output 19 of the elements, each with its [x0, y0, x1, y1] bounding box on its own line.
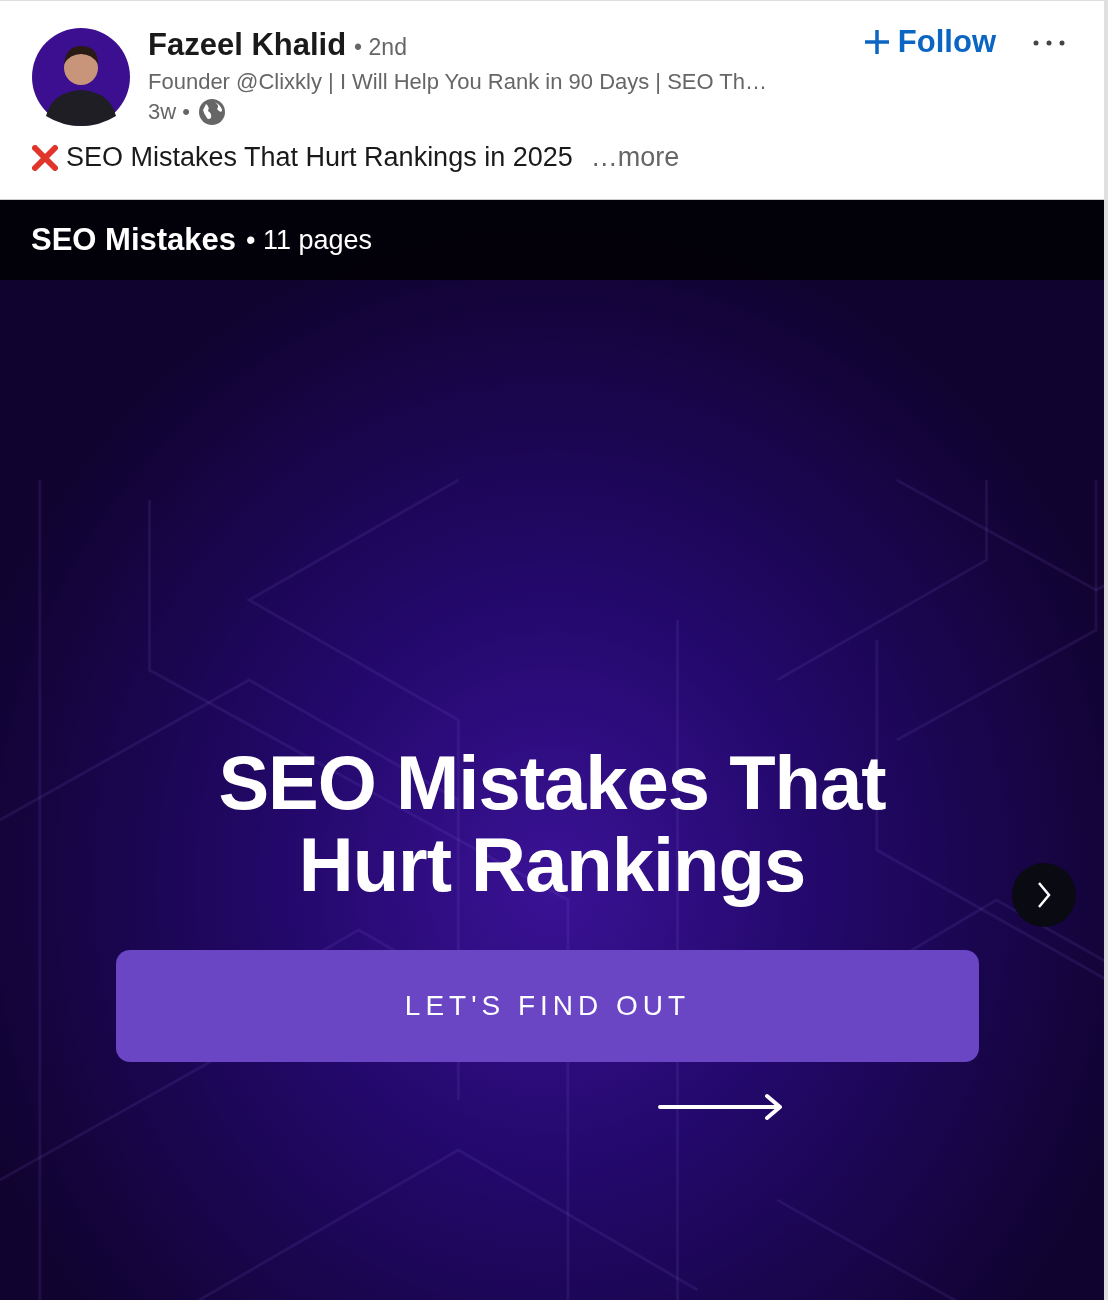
author-name[interactable]: Fazeel Khalid — [148, 27, 347, 63]
slide-title: Hurt Rankings — [298, 824, 806, 906]
find-out-button[interactable]: LET'S FIND OUT — [116, 950, 979, 1062]
connection-degree: • 2nd — [354, 34, 407, 61]
post-text: SEO Mistakes That Hurt Rankings in 2025 — [66, 142, 573, 173]
more-options-icon[interactable] — [1032, 38, 1066, 48]
page-count: • 11 pages — [246, 224, 373, 256]
chevron-right-icon — [1035, 880, 1053, 910]
globe-icon — [197, 98, 226, 126]
plus-icon — [863, 29, 890, 55]
author-headline: Founder @Clixkly | I Will Help You Rank in 90 Days | SEO Th… — [148, 69, 769, 95]
cross-icon — [32, 144, 58, 171]
follow-button[interactable]: Follow — [863, 24, 996, 60]
arrow-icon — [657, 1092, 785, 1122]
document-title: SEO Mistakes — [31, 222, 237, 258]
see-more-link[interactable]: …more — [590, 142, 680, 173]
avatar[interactable] — [32, 28, 130, 126]
slide-title: SEO Mistakes That — [218, 742, 886, 824]
post-time: 3w • — [148, 99, 190, 125]
